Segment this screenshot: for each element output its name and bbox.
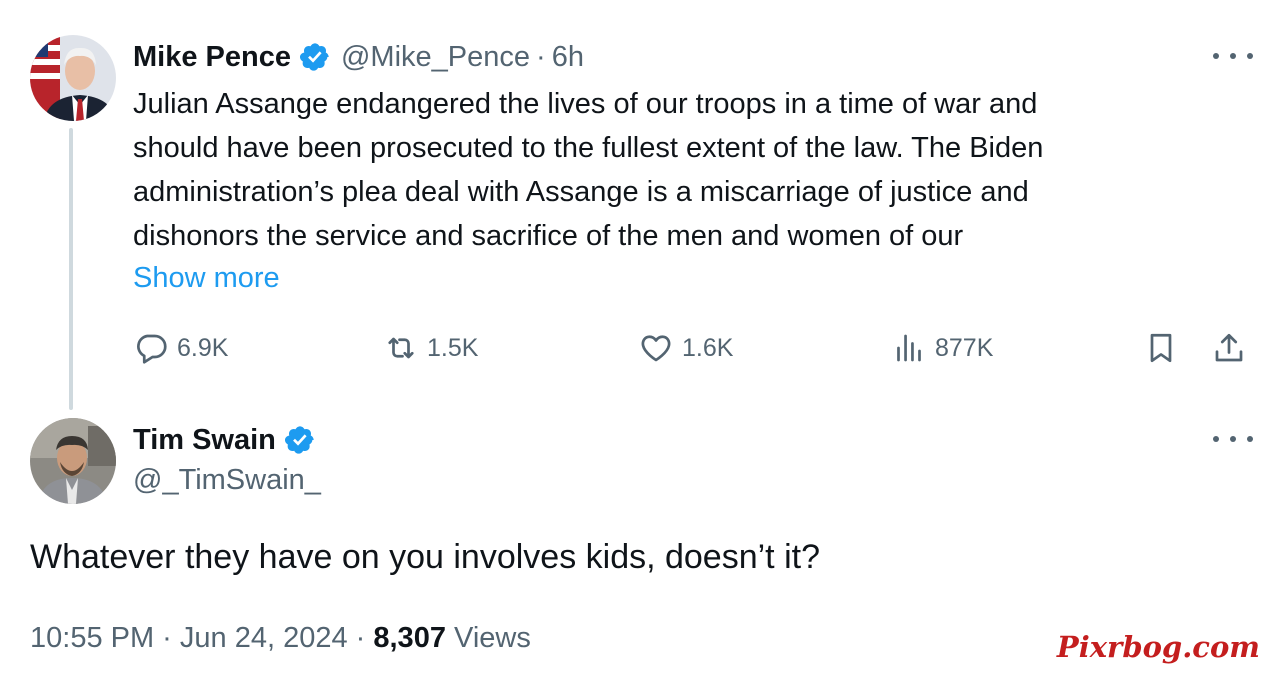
share-upload-icon [1215, 333, 1243, 362]
reply-meta: 10:55 PM · Jun 24, 2024 · 8,307 Views [30, 622, 531, 655]
bookmark-button[interactable] [1143, 328, 1187, 368]
author-handle[interactable]: @Mike_Pence [341, 41, 530, 74]
more-dots-icon[interactable] [1213, 44, 1253, 68]
reply-tweet-text: Whatever they have on you involves kids,… [30, 538, 820, 576]
like-button[interactable]: 1.6K [638, 328, 733, 368]
retweet-button[interactable]: 1.5K [383, 328, 478, 368]
views-count: 877K [935, 333, 994, 362]
reply-views-count: 8,307 [373, 622, 446, 654]
parent-tweet-header: Mike Pence @Mike_Pence · 6h [133, 38, 584, 76]
show-more-link[interactable]: Show more [133, 256, 280, 300]
watermark: Pixrbog.com [1056, 630, 1260, 664]
reply-views-label: Views [454, 622, 531, 654]
tweet-action-bar: 6.9K 1.5K 1.6K 877K [133, 328, 1253, 368]
reply-author-name[interactable]: Tim Swain [133, 424, 276, 457]
avatar-mike-pence[interactable] [30, 35, 116, 121]
tweet-text-line: should have been prosecuted to the fulle… [133, 132, 1044, 164]
tweet-text-line: dishonors the service and sacrifice of t… [133, 220, 964, 252]
verified-badge-icon [284, 424, 316, 456]
bookmark-icon [1150, 333, 1172, 363]
heart-icon [641, 335, 671, 362]
reply-author-handle[interactable]: @_TimSwain_ [133, 464, 321, 497]
retweet-icon [388, 337, 414, 359]
tweet-time[interactable]: 6h [552, 41, 584, 74]
thread-connector-line [69, 128, 73, 410]
reply-button[interactable]: 6.9K [133, 328, 228, 368]
share-button[interactable] [1211, 328, 1255, 368]
parent-tweet-text: Julian Assange endangered the lives of o… [133, 82, 1223, 258]
like-count: 1.6K [682, 333, 734, 362]
reply-bubble-icon [137, 334, 167, 364]
reply-count: 6.9K [177, 333, 229, 362]
avatar-tim-swain[interactable] [30, 418, 116, 504]
reply-timestamp[interactable]: 10:55 PM · Jun 24, 2024 · [30, 622, 365, 654]
more-dots-icon[interactable] [1213, 427, 1253, 451]
tweet-text-line: administration’s plea deal with Assange … [133, 176, 1029, 208]
bar-chart-icon [897, 334, 921, 362]
tweet-text-line: Julian Assange endangered the lives of o… [133, 88, 1038, 120]
verified-badge-icon [299, 41, 331, 73]
retweet-count: 1.5K [427, 333, 479, 362]
author-name[interactable]: Mike Pence [133, 41, 291, 74]
views-button[interactable]: 877K [891, 328, 993, 368]
header-separator: · [536, 40, 546, 73]
tweet-thread: Mike Pence @Mike_Pence · 6h Julian Assan… [0, 0, 1280, 684]
reply-author-row: Tim Swain [133, 420, 326, 460]
